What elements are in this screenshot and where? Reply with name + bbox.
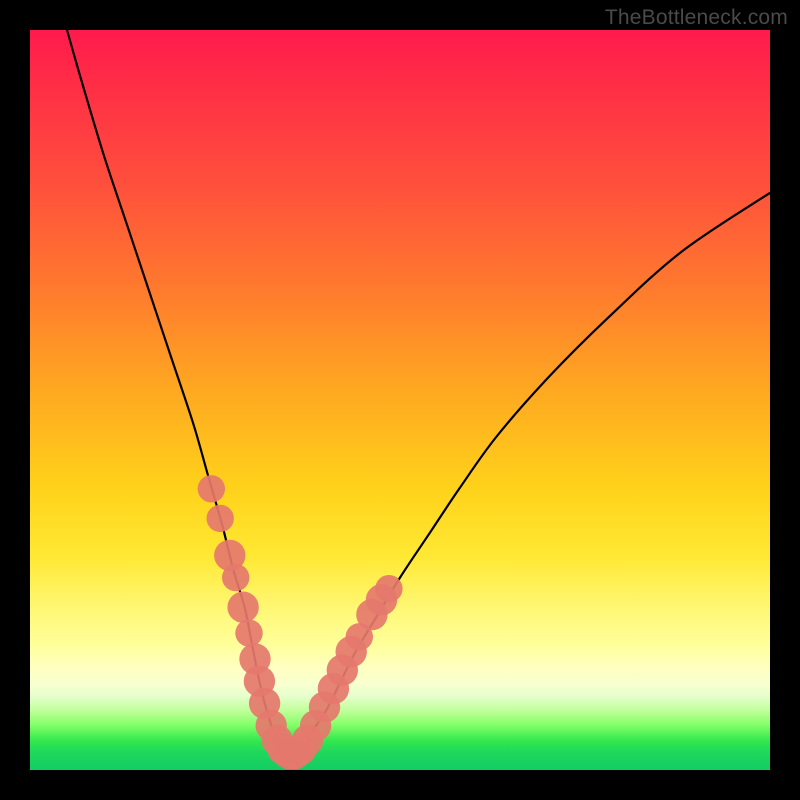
curve-group: [67, 30, 770, 756]
chart-svg: [30, 30, 770, 770]
watermark-label: TheBottleneck.com: [605, 6, 788, 30]
chart-frame: TheBottleneck.com: [0, 0, 800, 800]
marker-left-band-d: [235, 619, 262, 646]
data-markers: [198, 475, 403, 769]
marker-left-band-b: [222, 564, 249, 591]
marker-left-band-top: [198, 475, 225, 502]
marker-left-band-c: [227, 592, 258, 623]
marker-left-band-upper: [207, 505, 234, 532]
bottleneck-curve: [67, 30, 770, 756]
marker-right-band-top-c: [375, 575, 402, 602]
plot-area: [30, 30, 770, 770]
